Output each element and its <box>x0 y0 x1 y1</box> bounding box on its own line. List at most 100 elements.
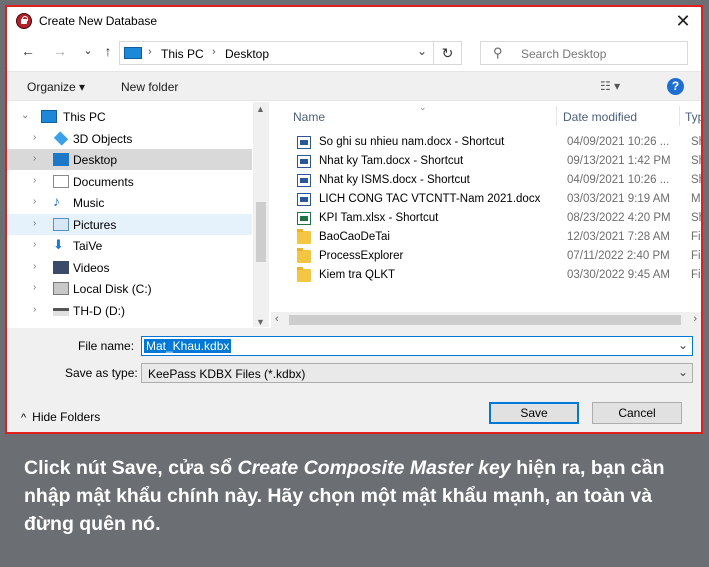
chevron-down-icon[interactable]: ⌄ <box>21 110 29 121</box>
chevron-right-icon[interactable]: › <box>33 153 36 164</box>
column-divider[interactable] <box>679 106 680 126</box>
scroll-left-icon[interactable]: ‹ <box>275 313 279 325</box>
sidebar-item-taive[interactable]: › ⬇ TaiVe <box>7 235 252 256</box>
disk-icon <box>53 282 69 295</box>
sidebar-item-label: Music <box>73 196 105 210</box>
sidebar-item-videos[interactable]: › Videos <box>7 257 252 278</box>
help-icon[interactable]: ? <box>667 78 684 95</box>
sidebar-item-th-d-d[interactable]: › TH-D (D:) <box>7 300 252 321</box>
file-row[interactable]: So ghi su nhieu nam.docx - Shortcut 04/09… <box>291 133 701 152</box>
forward-button[interactable]: → <box>51 43 69 59</box>
navigation-bar: ← → ⌄ ↑ › This PC › Desktop ⌄ ↻ ⚲ Search… <box>7 37 701 69</box>
documents-icon <box>53 174 69 188</box>
file-row[interactable]: ProcessExplorer 07/11/2022 2:40 PM Fil <box>291 247 701 266</box>
file-type: Mi <box>691 193 701 205</box>
save-type-select[interactable]: KeePass KDBX Files (*.kdbx) ⌄ <box>141 363 693 383</box>
chevron-right-icon[interactable]: › <box>33 261 36 272</box>
file-row[interactable]: BaoCaoDeTai 12/03/2021 7:28 AM Fil <box>291 228 701 247</box>
sidebar-item-label: PROGRAM (E:) <box>73 325 158 327</box>
file-type: Sh <box>691 136 701 148</box>
sidebar-item-documents[interactable]: › Documents <box>7 171 252 192</box>
file-row[interactable]: KPI Tam.xlsx - Shortcut 08/23/2022 4:20 P… <box>291 209 701 228</box>
organize-button[interactable]: Organize ▾ <box>27 80 85 94</box>
file-date: 03/03/2021 9:19 AM <box>567 193 670 205</box>
folder-icon <box>297 229 311 244</box>
file-name: Kiem tra QLKT <box>319 269 396 281</box>
sidebar-item-3d-objects[interactable]: › 3D Objects <box>7 128 252 149</box>
column-header-date[interactable]: Date modified <box>563 110 637 124</box>
chevron-down-icon[interactable]: ⌄ <box>678 338 688 352</box>
sidebar-item-label: TaiVe <box>73 239 103 253</box>
file-name: Nhat ky Tam.docx - Shortcut <box>319 155 464 167</box>
scroll-right-icon[interactable]: › <box>693 313 697 325</box>
sidebar-item-local-disk-c[interactable]: › Local Disk (C:) <box>7 278 252 299</box>
file-name: So ghi su nhieu nam.docx - Shortcut <box>319 136 505 148</box>
new-folder-button[interactable]: New folder <box>121 80 178 94</box>
file-row[interactable]: Kiem tra QLKT 03/30/2022 9:45 AM Fil <box>291 266 701 285</box>
save-type-value: KeePass KDBX Files (*.kdbx) <box>148 367 306 381</box>
file-name-value[interactable]: Mat_Khau.kdbx <box>144 339 232 353</box>
file-row[interactable]: Nhat ky Tam.docx - Shortcut 09/13/2021 1:… <box>291 152 701 171</box>
view-options-icon[interactable]: ☷ ▾ <box>600 79 620 93</box>
save-button[interactable]: Save <box>489 402 579 424</box>
up-button[interactable]: ↑ <box>99 43 117 59</box>
nav-pane-scrollbar[interactable]: ▲ ▼ <box>253 102 269 327</box>
chevron-right-icon[interactable]: › <box>33 175 36 186</box>
sidebar-item-label: Videos <box>73 260 110 275</box>
breadcrumb-desktop[interactable]: Desktop <box>225 47 269 61</box>
file-type: Fil <box>691 269 701 281</box>
chevron-down-icon[interactable]: ⌄ <box>417 44 427 58</box>
file-date: 04/09/2021 10:26 ... <box>567 174 670 186</box>
file-name: LICH CONG TAC VTCNTT-Nam 2021.docx <box>319 193 541 205</box>
sidebar-item-desktop[interactable]: › Desktop <box>7 149 252 170</box>
scrollbar-thumb[interactable] <box>256 202 266 262</box>
scroll-down-icon[interactable]: ▼ <box>256 317 265 327</box>
hide-folders-button[interactable]: ^ Hide Folders <box>21 410 100 424</box>
column-divider[interactable] <box>556 106 557 126</box>
scrollbar-thumb[interactable] <box>289 315 681 325</box>
sidebar-item-label: Documents <box>73 174 134 189</box>
close-button[interactable]: ✕ <box>671 9 695 33</box>
recent-locations-button[interactable]: ⌄ <box>79 44 97 57</box>
file-name-input[interactable]: Mat_Khau.kdbx ⌄ <box>141 336 693 356</box>
sidebar-item-program-e[interactable]: › PROGRAM (E:) <box>7 321 252 327</box>
word-file-icon <box>297 155 311 168</box>
sidebar-item-label: 3D Objects <box>73 131 133 146</box>
keepass-lock-icon <box>16 13 32 29</box>
hide-folders-label: Hide Folders <box>32 410 101 424</box>
column-header-name[interactable]: Name <box>293 110 325 124</box>
refresh-button[interactable]: ↻ <box>434 41 462 65</box>
sidebar-item-music[interactable]: › ♪ Music <box>7 192 252 213</box>
pc-icon <box>124 47 142 59</box>
horizontal-scrollbar[interactable]: ‹ › <box>271 312 701 328</box>
chevron-right-icon[interactable]: › <box>33 325 36 327</box>
search-input[interactable]: ⚲ Search Desktop <box>480 41 688 65</box>
chevron-right-icon[interactable]: › <box>33 282 36 293</box>
breadcrumb-separator: › <box>212 46 216 58</box>
file-date: 08/23/2022 4:20 PM <box>567 212 671 224</box>
sidebar-item-pictures[interactable]: › Pictures <box>7 213 252 235</box>
chevron-right-icon[interactable]: › <box>33 239 36 250</box>
download-icon: ⬇ <box>53 237 64 252</box>
chevron-down-icon[interactable]: ⌄ <box>678 365 688 379</box>
caption-text: Click nút Save, cửa sổ <box>24 457 238 479</box>
dialog-window: Create New Database ✕ ← → ⌄ ↑ › This PC … <box>5 5 703 434</box>
file-row[interactable]: LICH CONG TAC VTCNTT-Nam 2021.docx 03/03/… <box>291 190 701 209</box>
address-bar[interactable]: › This PC › Desktop ⌄ <box>119 41 434 65</box>
column-header-type[interactable]: Typ <box>685 110 701 124</box>
file-row[interactable]: Nhat ky ISMS.docx - Shortcut 04/09/2021 1… <box>291 171 701 190</box>
search-placeholder: Search Desktop <box>521 47 607 61</box>
chevron-right-icon[interactable]: › <box>33 196 36 207</box>
chevron-right-icon[interactable]: › <box>33 132 36 143</box>
file-name: ProcessExplorer <box>319 250 404 262</box>
breadcrumb-this-pc[interactable]: This PC <box>161 47 204 61</box>
sidebar-item-this-pc[interactable]: ⌄ This PC <box>7 106 252 127</box>
cube-icon <box>53 130 69 146</box>
cancel-button[interactable]: Cancel <box>592 402 682 424</box>
chevron-right-icon[interactable]: › <box>33 304 36 315</box>
folder-icon <box>297 248 311 263</box>
chevron-right-icon[interactable]: › <box>33 218 36 229</box>
scroll-up-icon[interactable]: ▲ <box>256 104 265 114</box>
pc-icon <box>41 110 57 123</box>
back-button[interactable]: ← <box>19 43 37 59</box>
